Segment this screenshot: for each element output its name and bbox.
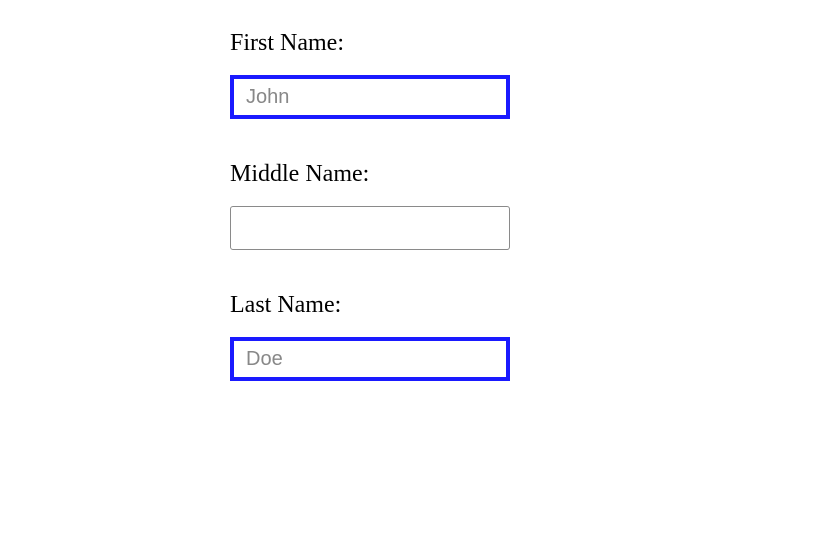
first-name-group: First Name: xyxy=(230,30,832,119)
first-name-input[interactable] xyxy=(230,75,510,119)
name-form: First Name: Middle Name: Last Name: xyxy=(0,0,832,381)
last-name-label: Last Name: xyxy=(230,292,832,319)
middle-name-label: Middle Name: xyxy=(230,161,832,188)
last-name-group: Last Name: xyxy=(230,292,832,381)
middle-name-group: Middle Name: xyxy=(230,161,832,250)
middle-name-input[interactable] xyxy=(230,206,510,250)
last-name-input[interactable] xyxy=(230,337,510,381)
first-name-label: First Name: xyxy=(230,30,832,57)
